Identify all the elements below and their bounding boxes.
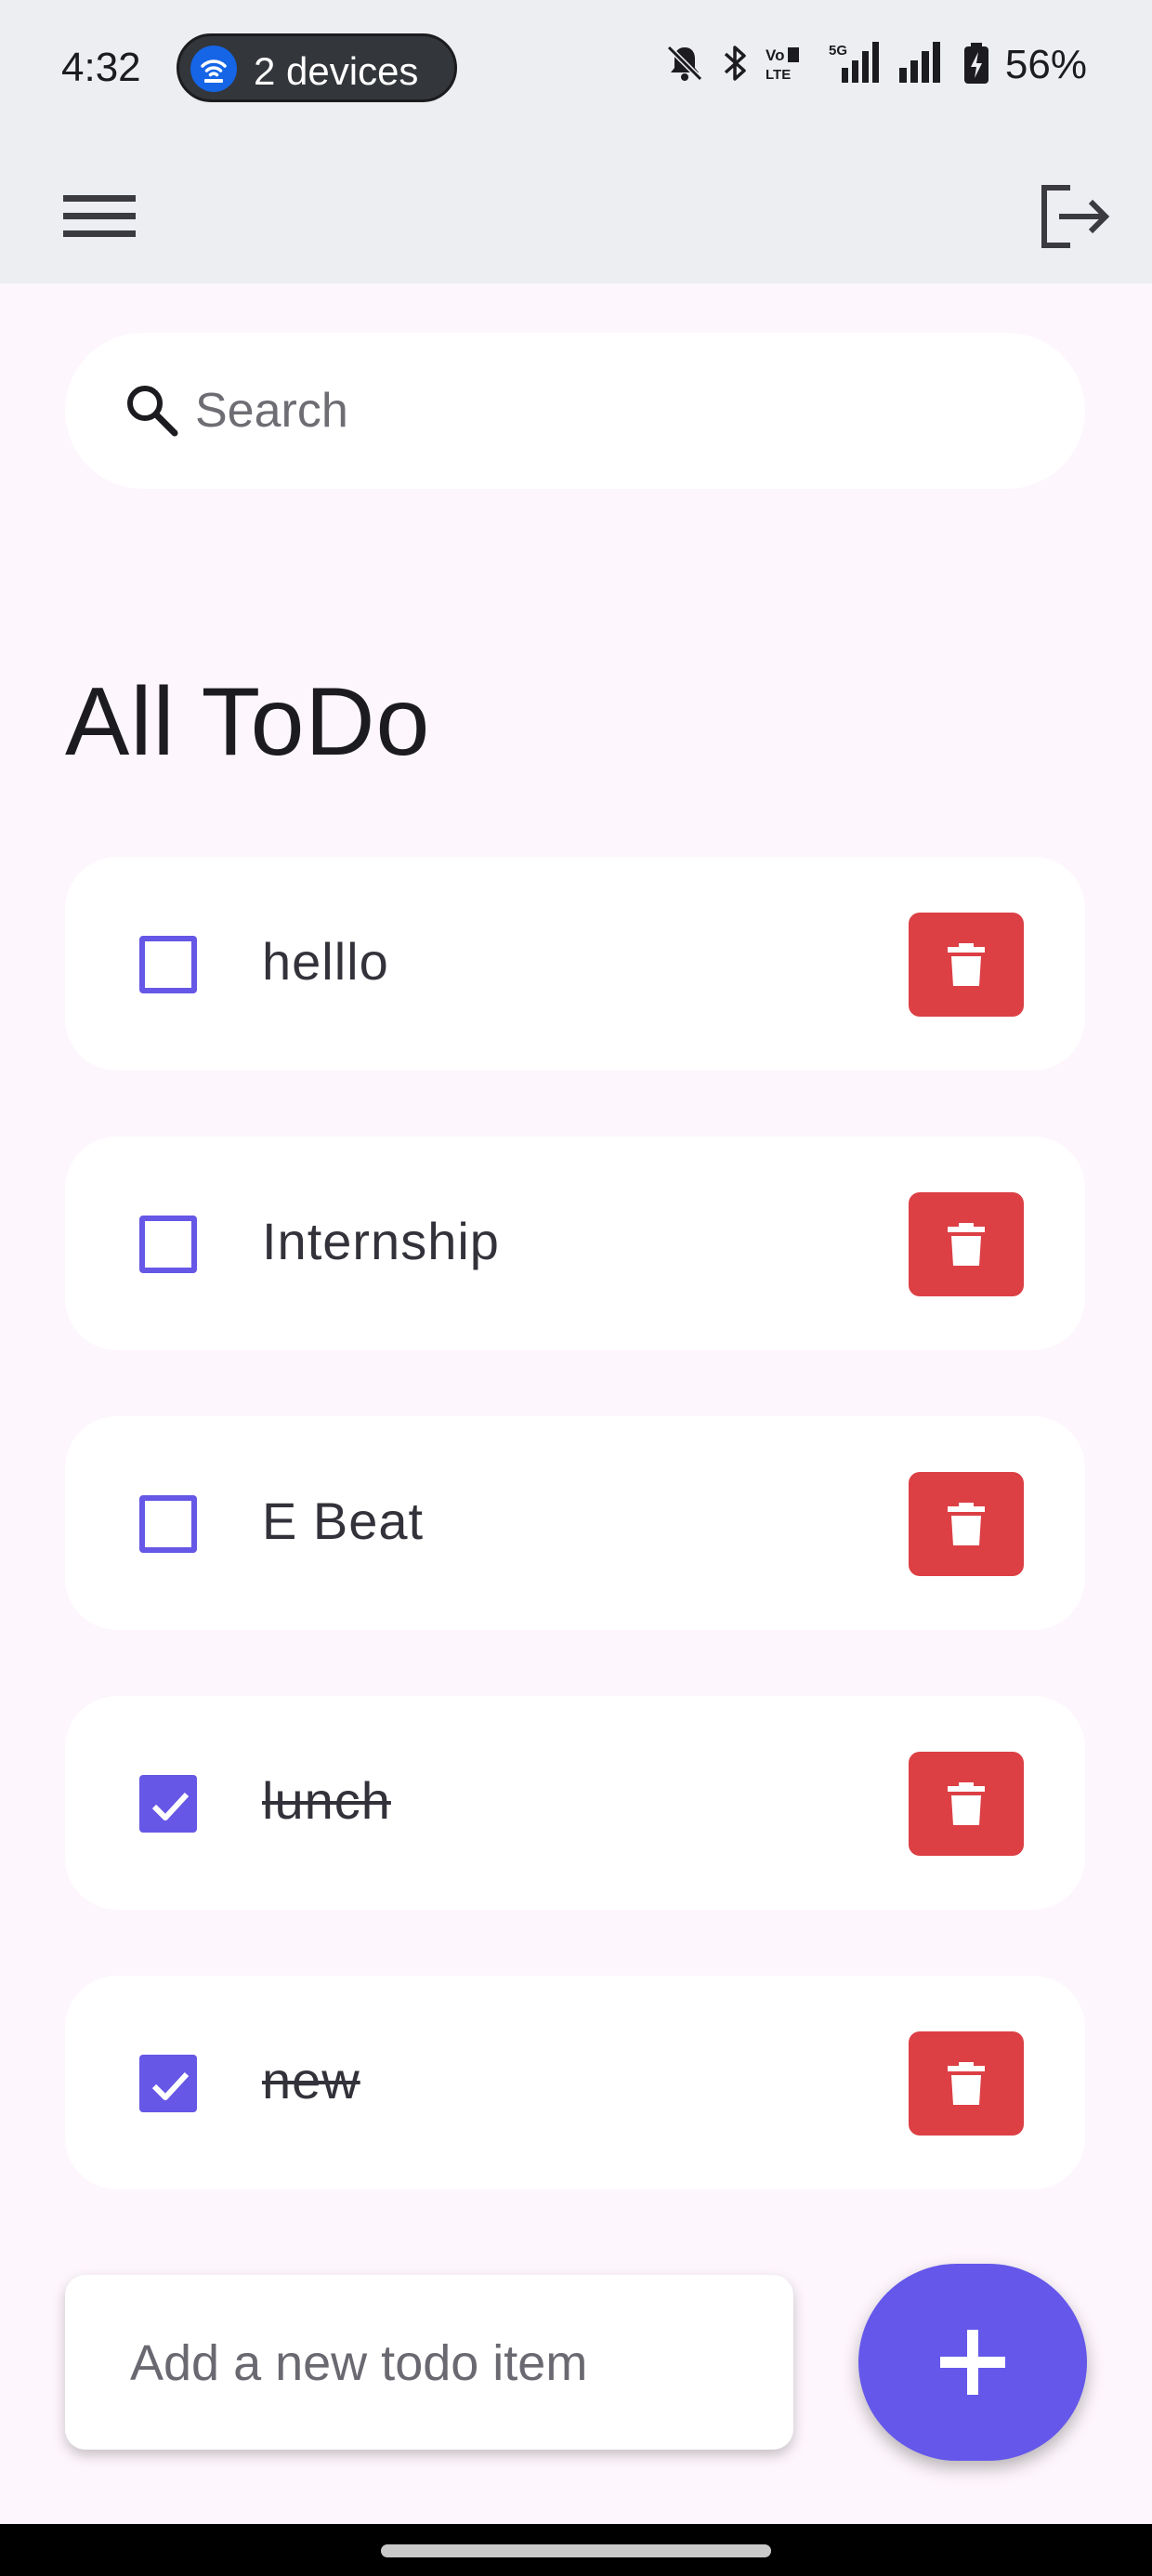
hotspot-pill[interactable]: 2 devices	[177, 33, 457, 102]
search-input[interactable]	[195, 370, 1031, 452]
add-todo-button[interactable]	[858, 2264, 1087, 2461]
search-icon	[123, 381, 182, 440]
todo-checkbox[interactable]	[139, 1775, 197, 1833]
todo-checkbox[interactable]	[139, 1216, 197, 1273]
status-time: 4:32	[61, 45, 141, 90]
battery-charging-icon	[962, 41, 990, 90]
app-bar	[0, 139, 1152, 283]
todo-item: Internship	[65, 1137, 1085, 1350]
bluetooth-icon	[721, 42, 749, 89]
add-todo-field[interactable]	[65, 2275, 793, 2450]
todo-text: lunch	[262, 1771, 391, 1830]
todo-text: E Beat	[262, 1492, 425, 1550]
add-todo-input[interactable]	[130, 2321, 762, 2405]
todo-item: helllo	[65, 857, 1085, 1071]
menu-icon	[58, 195, 141, 256]
signal-5g-icon: 5G	[821, 40, 881, 91]
page-title: All ToDo	[65, 668, 431, 776]
logout-icon	[1031, 185, 1115, 255]
logout-button[interactable]	[1031, 167, 1115, 251]
delete-button[interactable]	[909, 1472, 1024, 1576]
todo-item: lunch	[65, 1696, 1085, 1910]
status-bar: 4:32 2 devices Vo LTE 5G 56%	[0, 0, 1152, 139]
svg-text:LTE: LTE	[766, 67, 791, 83]
todo-text: helllo	[262, 932, 389, 991]
todo-item: new	[65, 1976, 1085, 2189]
todo-item: E Beat	[65, 1416, 1085, 1630]
volte-icon: Vo LTE	[764, 42, 806, 89]
home-gesture-handle[interactable]	[381, 2544, 771, 2557]
delete-button[interactable]	[909, 2031, 1024, 2136]
todo-text: new	[262, 2051, 360, 2109]
search-bar[interactable]	[65, 333, 1085, 489]
delete-button[interactable]	[909, 1752, 1024, 1856]
bell-off-icon	[663, 42, 706, 89]
battery-level: 56%	[1004, 42, 1087, 87]
delete-button[interactable]	[909, 1192, 1024, 1296]
todo-checkbox[interactable]	[139, 1495, 197, 1553]
wifi-hotspot-icon	[190, 46, 237, 92]
todo-checkbox[interactable]	[139, 936, 197, 993]
delete-button[interactable]	[909, 913, 1024, 1017]
status-icons: Vo LTE 5G 56%	[663, 37, 1087, 93]
svg-text:Vo: Vo	[766, 46, 784, 64]
svg-text:5G: 5G	[829, 43, 847, 59]
todo-text: Internship	[262, 1212, 500, 1270]
system-nav-bar	[0, 2524, 1152, 2576]
hotspot-label: 2 devices	[254, 49, 419, 93]
signal-icon	[896, 40, 948, 91]
todo-checkbox[interactable]	[139, 2055, 197, 2112]
menu-button[interactable]	[58, 169, 141, 253]
